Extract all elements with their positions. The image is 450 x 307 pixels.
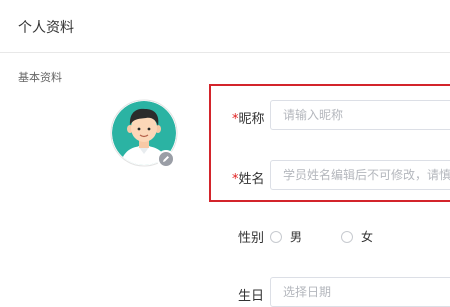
realname-label: *姓名 (232, 168, 265, 187)
edit-avatar-button[interactable] (157, 150, 175, 168)
birthday-label: 生日 (238, 289, 265, 304)
birthday-input[interactable] (270, 277, 450, 307)
section-title: 基本资料 (18, 71, 62, 84)
gender-option-male[interactable]: 男 (270, 228, 302, 245)
radio-button[interactable] (270, 230, 282, 243)
gender-option-label: 女 (361, 230, 374, 244)
gender-option-female[interactable]: 女 (341, 228, 373, 245)
realname-label-text: 姓名 (238, 172, 265, 187)
nickname-input[interactable] (270, 100, 450, 130)
page-title: 个人资料 (18, 20, 74, 36)
nickname-label-text: 昵称 (238, 112, 265, 127)
pencil-icon (163, 156, 169, 162)
nickname-label: *昵称 (232, 108, 265, 127)
gender-label: 性别 (238, 231, 265, 246)
radio-button[interactable] (341, 230, 353, 243)
gender-option-label: 男 (290, 230, 303, 244)
page-header: 个人资料 (0, 0, 450, 53)
realname-input[interactable] (270, 160, 450, 190)
